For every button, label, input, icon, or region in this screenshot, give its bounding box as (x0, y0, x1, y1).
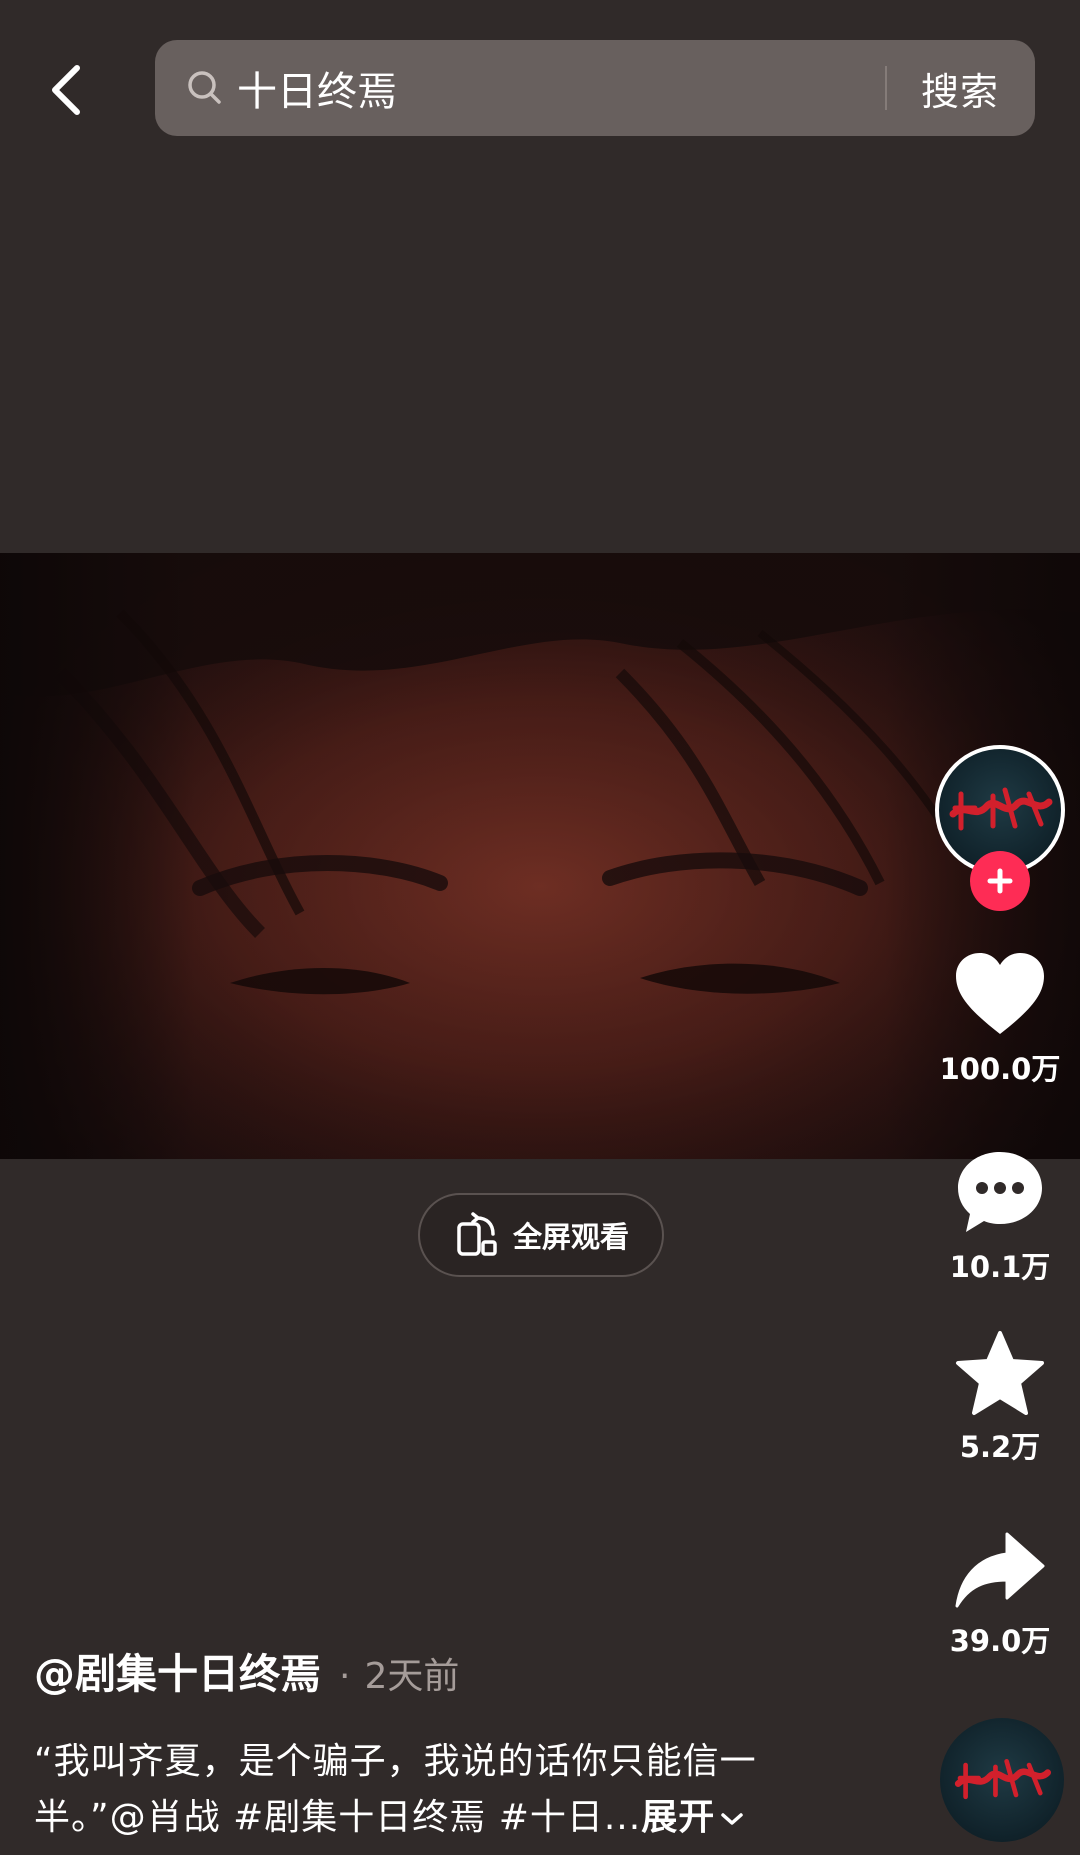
expand-button[interactable]: 展开 (641, 1797, 745, 1838)
comment-button[interactable]: 10.1万 (930, 1148, 1070, 1286)
share-icon (955, 1532, 1045, 1608)
author-line: @剧集十日终焉 · 2天前 (34, 1640, 459, 1700)
like-count: 100.0万 (939, 1052, 1061, 1086)
video-caption[interactable]: “我叫齐夏，是个骗子，我说的话你只能信一 半。”@肖战 #剧集十日终焉 #十日.… (34, 1734, 854, 1846)
star-icon (956, 1331, 1044, 1415)
plus-icon (987, 868, 1013, 894)
back-button[interactable] (30, 50, 100, 130)
caption-line-1: “我叫齐夏，是个骗子，我说的话你只能信一 (34, 1741, 757, 1782)
video-page: 搜索 (0, 0, 1080, 1855)
expand-label: 展开 (641, 1797, 716, 1838)
video-frame-image (0, 553, 1080, 1159)
video-player[interactable] (0, 553, 1080, 1159)
separator-dot: · (339, 1656, 351, 1697)
caption-line-2-text: 半。”@肖战 #剧集十日终焉 #十日... (34, 1797, 642, 1838)
back-arrow-icon (52, 65, 80, 115)
search-input[interactable] (237, 65, 885, 111)
favorite-count: 5.2万 (959, 1430, 1041, 1464)
favorite-button[interactable]: 5.2万 (930, 1330, 1070, 1466)
comment-icon (958, 1152, 1042, 1232)
music-disc[interactable] (940, 1718, 1064, 1842)
search-submit-button[interactable]: 搜索 (921, 61, 999, 116)
comment-count: 10.1万 (949, 1250, 1051, 1284)
like-button[interactable]: 100.0万 (930, 950, 1070, 1088)
author-name[interactable]: @剧集十日终焉 (34, 1640, 321, 1700)
chevron-down-icon (721, 1813, 743, 1825)
search-divider (884, 66, 887, 110)
post-time: 2天前 (364, 1656, 460, 1697)
fullscreen-label: 全屏观看 (512, 1220, 629, 1254)
series-logo-icon (954, 1759, 1051, 1800)
search-icon (185, 68, 225, 108)
fullscreen-button[interactable]: 全屏观看 (418, 1193, 664, 1277)
caption-line-2: 半。”@肖战 #剧集十日终焉 #十日...展开 (34, 1790, 854, 1846)
search-bar[interactable]: 搜索 (155, 40, 1035, 136)
share-count: 39.0万 (949, 1624, 1051, 1658)
fullscreen-rotate-icon (457, 1212, 497, 1256)
follow-button[interactable] (970, 851, 1030, 911)
share-button[interactable]: 39.0万 (930, 1530, 1070, 1660)
heart-icon (956, 953, 1044, 1034)
series-logo-icon (949, 787, 1053, 831)
